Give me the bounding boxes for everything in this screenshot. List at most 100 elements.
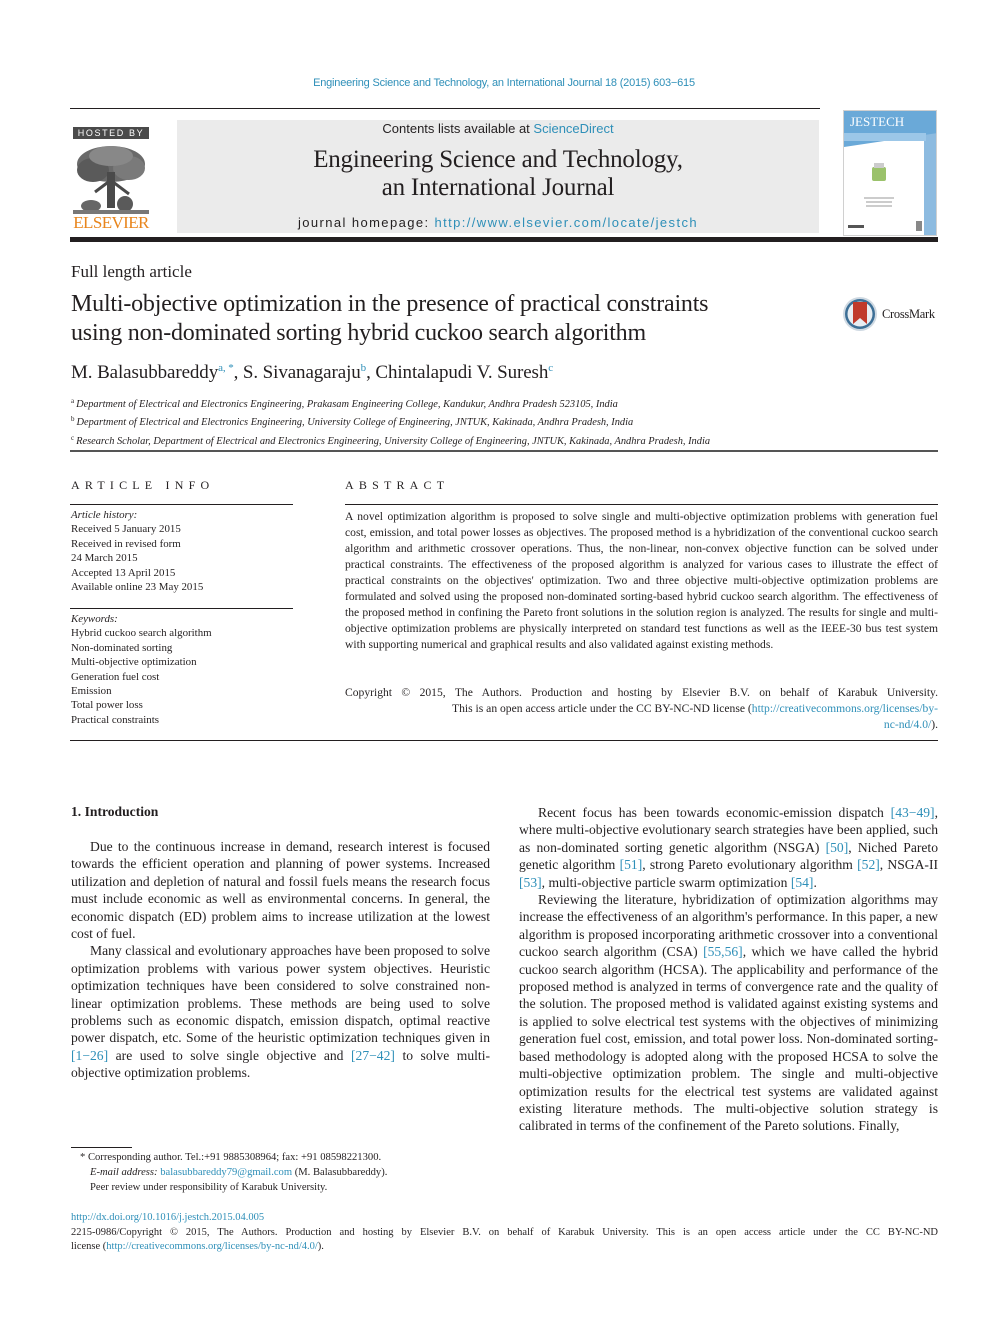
copyright-line2: This is an open access article under the… [345,701,938,717]
citation-link[interactable]: [55,56] [703,944,743,959]
abstract-heading: ABSTRACT [345,478,450,492]
history-item: Available online 23 May 2015 [71,581,204,594]
email-label: E-mail address: [90,1167,161,1178]
affiliations: a Department of Electrical and Electronic… [71,394,710,449]
author-name[interactable]: Chintalapudi V. Suresh [375,362,548,383]
paragraph-text: Due to the continuous increase in demand… [71,839,490,942]
citation-link[interactable]: [53] [519,875,542,890]
affiliation-mark: c [71,433,75,442]
email-link[interactable]: balasubbareddy79@gmail.com [160,1167,292,1178]
citation-link[interactable]: [52] [857,857,880,872]
abstract-bottom-rule [70,740,938,741]
email-note: E-mail address: balasubbareddy79@gmail.c… [80,1165,387,1180]
citation-link[interactable]: [54] [791,875,814,890]
paragraph-text: , which we have called the hybrid cuckoo… [519,944,938,1134]
body-paragraph: Reviewing the literature, hybridization … [519,891,938,1135]
article-title: Multi-objective optimization in the pres… [71,290,831,348]
citation-link[interactable]: [27−42] [351,1048,395,1063]
section-heading-introduction: 1. Introduction [71,804,159,819]
copyright-line3: nc-nd/4.0/). [345,717,938,733]
keyword-item: Emission [71,685,112,698]
author-name[interactable]: M. Balasubbareddy [71,362,218,383]
contents-prefix: Contents lists available at [382,121,534,136]
history-item: Received in revised form [71,537,181,550]
affiliation-item: b Department of Electrical and Electronic… [71,412,710,430]
keywords: Keywords: Hybrid cuckoo search algorithm… [71,612,212,727]
crossmark-icon [843,297,877,331]
keyword-item: Practical constraints [71,713,160,726]
history-item: Accepted 13 April 2015 [71,566,176,579]
bottom-license: license (http://creativecommons.org/lice… [71,1240,938,1255]
crossmark-label: CrossMark [882,306,935,321]
author-separator: , [233,362,243,383]
author-separator: , [366,362,376,383]
journal-homepage: journal homepage: http://www.elsevier.co… [177,215,819,230]
paragraph-text: are used to solve single objective and [108,1047,352,1063]
author-list: M. Balasubbareddya, *, S. Sivanagarajub,… [71,362,553,384]
abstract-copyright: Copyright © 2015, The Authors. Productio… [345,685,938,733]
license-link-continued[interactable]: nc-nd/4.0/ [884,718,931,731]
citation-link[interactable]: [51] [620,857,643,872]
masthead-top-rule [70,108,820,109]
affiliation-mark: b [71,415,75,424]
running-head[interactable]: Engineering Science and Technology, an I… [0,77,992,89]
journal-title-line1: Engineering Science and Technology, [313,146,683,173]
affiliation-item: c Research Scholar, Department of Electri… [71,431,710,449]
elsevier-tree-logo-icon [73,142,149,214]
keyword-item: Non-dominated sorting [71,641,173,654]
article-type: Full length article [71,262,192,281]
keywords-label: Keywords: [71,613,118,625]
article-history-label: Article history: [71,509,138,521]
bottom-metadata: http://dx.doi.org/10.1016/j.jestch.2015.… [71,1211,938,1255]
masthead-bottom-rule [70,237,938,242]
sciencedirect-link[interactable]: ScienceDirect [533,121,613,136]
article-info-rule [70,504,293,505]
keywords-rule [70,608,293,609]
license-prefix: This is an open access article under the… [452,702,752,715]
license-suffix: ). [931,718,938,731]
history-item: 24 March 2015 [71,552,138,565]
paragraph-text: , multi-objective particle swarm optimiz… [541,874,791,890]
history-item: Received 5 January 2015 [71,523,181,536]
issn-copyright: 2215-0986/Copyright © 2015, The Authors.… [71,1226,938,1238]
article-title-line1: Multi-objective optimization in the pres… [71,291,709,317]
journal-cover-thumbnail[interactable]: JESTECH [843,110,937,236]
doi-link[interactable]: http://dx.doi.org/10.1016/j.jestch.2015.… [71,1211,938,1226]
citation-link[interactable]: [43−49] [891,805,935,820]
article-title-line2: using non-dominated sorting hybrid cucko… [71,320,646,346]
keyword-item: Total power loss [71,699,143,712]
citation-link[interactable]: [1−26] [71,1048,108,1063]
bottom-license-prefix: license ( [71,1241,107,1252]
affiliation-mark: a [71,397,75,405]
author-name[interactable]: S. Sivanagaraju [243,362,361,383]
affiliation-item: a Department of Electrical and Electronic… [71,394,710,412]
footnotes: * Corresponding author. Tel.:+91 9885308… [80,1150,387,1195]
affiliation-text: Department of Electrical and Electronics… [76,417,634,429]
author-affiliation-mark[interactable]: c [548,362,553,374]
bottom-license-suffix: ). [317,1241,324,1252]
abstract-text: A novel optimization algorithm is propos… [345,510,938,651]
hosted-by-label: HOSTED BY [73,127,149,139]
copyright-line1: Copyright © 2015, The Authors. Productio… [345,686,938,699]
affiliation-text: Department of Electrical and Electronics… [76,399,618,410]
email-suffix: (M. Balasubbareddy). [292,1167,388,1178]
journal-title: Engineering Science and Technology, an I… [177,146,819,202]
keyword-item: Hybrid cuckoo search algorithm [71,627,212,640]
paragraph-text: Recent focus has been towards economic-e… [538,805,891,820]
bottom-license-link[interactable]: http://creativecommons.org/licenses/by-n… [106,1241,318,1252]
crossmark-button[interactable]: CrossMark [842,296,935,332]
peer-review-note: Peer review under responsibility of Kara… [90,1182,328,1193]
license-link[interactable]: http://creativecommons.org/licenses/by- [752,702,938,715]
body-paragraph: Recent focus has been towards economic-e… [519,804,938,891]
paragraph-text: , NSGA-II [879,857,939,873]
citation-link[interactable]: [50] [826,840,849,855]
homepage-link[interactable]: http://www.elsevier.com/locate/jestch [434,215,698,230]
front-matter-rule [70,450,938,452]
paragraph-text: , strong Pareto evolutionary algorithm [642,857,858,873]
author-affiliation-mark[interactable]: a, * [218,362,234,374]
article-history: Article history: Received 5 January 2015… [71,508,203,594]
journal-title-line2: an International Journal [381,174,615,201]
abstract-rule [345,504,938,505]
journal-cover-icon: JESTECH [844,111,936,235]
footnote-rule [71,1147,132,1148]
